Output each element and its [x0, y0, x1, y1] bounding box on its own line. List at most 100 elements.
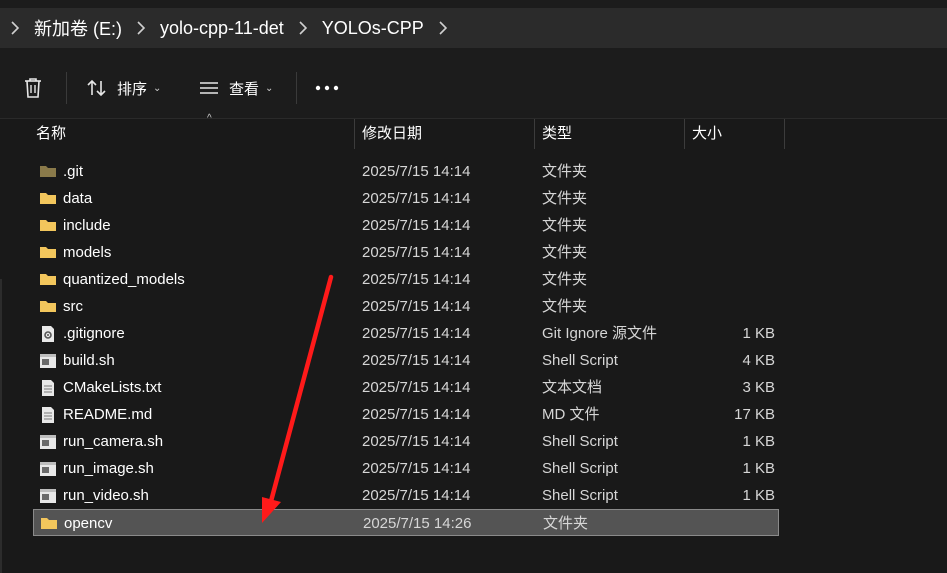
breadcrumb-item-project[interactable]: yolo-cpp-11-det	[156, 18, 288, 39]
file-modified-date: 2025/7/15 14:26	[363, 515, 472, 532]
file-row[interactable]: CMakeLists.txt 2025/7/15 14:14 文本文档 3 KB	[33, 374, 779, 401]
file-modified-date: 2025/7/15 14:14	[362, 325, 471, 342]
file-row[interactable]: quantized_models 2025/7/15 14:14 文件夹	[33, 266, 779, 293]
file-name: models	[63, 244, 112, 261]
settings-file-icon	[39, 325, 57, 342]
view-label: 查看	[229, 80, 260, 98]
script-file-icon	[39, 433, 57, 449]
text-file-icon	[39, 379, 57, 396]
more-options-button[interactable]	[315, 70, 339, 106]
file-size: 1 KB	[742, 325, 775, 342]
file-name: .git	[63, 163, 84, 180]
file-type: 文件夹	[542, 271, 588, 288]
sort-button[interactable]: 排序 ⌄	[86, 70, 161, 106]
file-type: MD 文件	[542, 406, 600, 423]
file-name: run_camera.sh	[63, 433, 164, 450]
delete-button[interactable]	[22, 70, 44, 106]
folder-icon	[39, 190, 57, 206]
file-type: 文件夹	[543, 515, 589, 532]
trash-icon	[25, 78, 41, 98]
address-bar: 新加卷 (E:) yolo-cpp-11-det YOLOs-CPP	[0, 0, 947, 56]
file-row[interactable]: run_video.sh 2025/7/15 14:14 Shell Script 1…	[33, 482, 779, 509]
column-header-modified[interactable]: 修改日期	[354, 119, 532, 149]
file-size	[683, 158, 775, 185]
file-row[interactable]: opencv 2025/7/15 14:26 文件夹	[33, 509, 779, 536]
file-modified-date: 2025/7/15 14:14	[362, 163, 471, 180]
navigation-pane-edge	[0, 279, 2, 573]
file-size	[683, 266, 775, 293]
file-row[interactable]: .gitignore 2025/7/15 14:14 Git Ignore 源文件 1…	[33, 320, 779, 347]
file-explorer-window: 新加卷 (E:) yolo-cpp-11-det YOLOs-CPP 排序 ⌄ …	[0, 0, 947, 573]
file-type: Shell Script	[542, 433, 618, 450]
file-name: run_image.sh	[63, 460, 154, 477]
more-horizontal-icon	[315, 85, 339, 91]
file-row[interactable]: run_camera.sh 2025/7/15 14:14 Shell Script…	[33, 428, 779, 455]
file-row[interactable]: models 2025/7/15 14:14 文件夹	[33, 239, 779, 266]
column-header-size[interactable]: 大小	[684, 119, 782, 149]
file-row[interactable]: build.sh 2025/7/15 14:14 Shell Script 4 KB	[33, 347, 779, 374]
file-row[interactable]: src 2025/7/15 14:14 文件夹	[33, 293, 779, 320]
file-name: quantized_models	[63, 271, 185, 288]
file-modified-date: 2025/7/15 14:14	[362, 433, 471, 450]
list-view-icon	[200, 82, 218, 94]
script-file-icon	[39, 352, 57, 368]
sort-label: 排序	[117, 80, 148, 98]
file-size: 1 KB	[742, 487, 775, 504]
folder-dim-icon	[39, 163, 57, 179]
file-modified-date: 2025/7/15 14:14	[362, 298, 471, 315]
file-modified-date: 2025/7/15 14:14	[362, 190, 471, 207]
file-modified-date: 2025/7/15 14:14	[362, 406, 471, 423]
file-name: run_video.sh	[63, 487, 149, 504]
file-name: opencv	[64, 515, 113, 532]
file-type: Shell Script	[542, 460, 618, 477]
chevron-down-icon: ⌄	[153, 82, 162, 94]
column-divider[interactable]	[784, 119, 785, 149]
file-row[interactable]: README.md 2025/7/15 14:14 MD 文件 17 KB	[33, 401, 779, 428]
file-row[interactable]: data 2025/7/15 14:14 文件夹	[33, 185, 779, 212]
file-name: data	[63, 190, 93, 207]
column-header-name[interactable]: 名称	[28, 119, 354, 149]
file-size: 4 KB	[742, 352, 775, 369]
chevron-down-icon: ⌄	[265, 82, 274, 94]
file-row[interactable]: run_image.sh 2025/7/15 14:14 Shell Script 1…	[33, 455, 779, 482]
column-header-row: ^ 名称 修改日期 类型 大小	[22, 113, 822, 149]
file-modified-date: 2025/7/15 14:14	[362, 217, 471, 234]
view-button[interactable]: 查看 ⌄	[198, 70, 273, 106]
file-name: include	[63, 217, 111, 234]
breadcrumb[interactable]: 新加卷 (E:) yolo-cpp-11-det YOLOs-CPP	[0, 8, 947, 48]
file-size	[683, 239, 775, 266]
chevron-right-icon[interactable]	[436, 8, 450, 48]
breadcrumb-item-drive[interactable]: 新加卷 (E:)	[30, 15, 126, 41]
chevron-right-icon[interactable]	[134, 8, 148, 48]
file-row[interactable]: .git 2025/7/15 14:14 文件夹	[33, 158, 779, 185]
file-name: src	[63, 298, 83, 315]
column-header-type[interactable]: 类型	[534, 119, 682, 149]
breadcrumb-item-current[interactable]: YOLOs-CPP	[318, 18, 428, 39]
file-modified-date: 2025/7/15 14:14	[362, 487, 471, 504]
file-row[interactable]: include 2025/7/15 14:14 文件夹	[33, 212, 779, 239]
file-size	[683, 293, 775, 320]
file-type: 文件夹	[542, 244, 588, 261]
file-size: 1 KB	[742, 460, 775, 477]
folder-icon	[39, 298, 57, 314]
file-type: Git Ignore 源文件	[542, 325, 658, 342]
sort-icon	[87, 79, 106, 97]
file-size	[684, 510, 776, 537]
file-size	[683, 212, 775, 239]
text-file-icon	[39, 406, 57, 423]
file-list-pane: ^ 名称 修改日期 类型 大小 .git 2025/7/15 14:14 文件夹 da…	[0, 113, 947, 573]
file-name: CMakeLists.txt	[63, 379, 162, 396]
folder-icon	[39, 217, 57, 233]
chevron-right-icon[interactable]	[8, 8, 22, 48]
file-type: 文件夹	[542, 190, 588, 207]
file-size: 1 KB	[742, 433, 775, 450]
file-modified-date: 2025/7/15 14:14	[362, 352, 471, 369]
file-modified-date: 2025/7/15 14:14	[362, 271, 471, 288]
file-size: 17 KB	[734, 406, 775, 423]
file-modified-date: 2025/7/15 14:14	[362, 379, 471, 396]
file-name: README.md	[63, 406, 153, 423]
file-name: build.sh	[63, 352, 115, 369]
file-type: Shell Script	[542, 487, 618, 504]
chevron-right-icon[interactable]	[296, 8, 310, 48]
file-modified-date: 2025/7/15 14:14	[362, 244, 471, 261]
